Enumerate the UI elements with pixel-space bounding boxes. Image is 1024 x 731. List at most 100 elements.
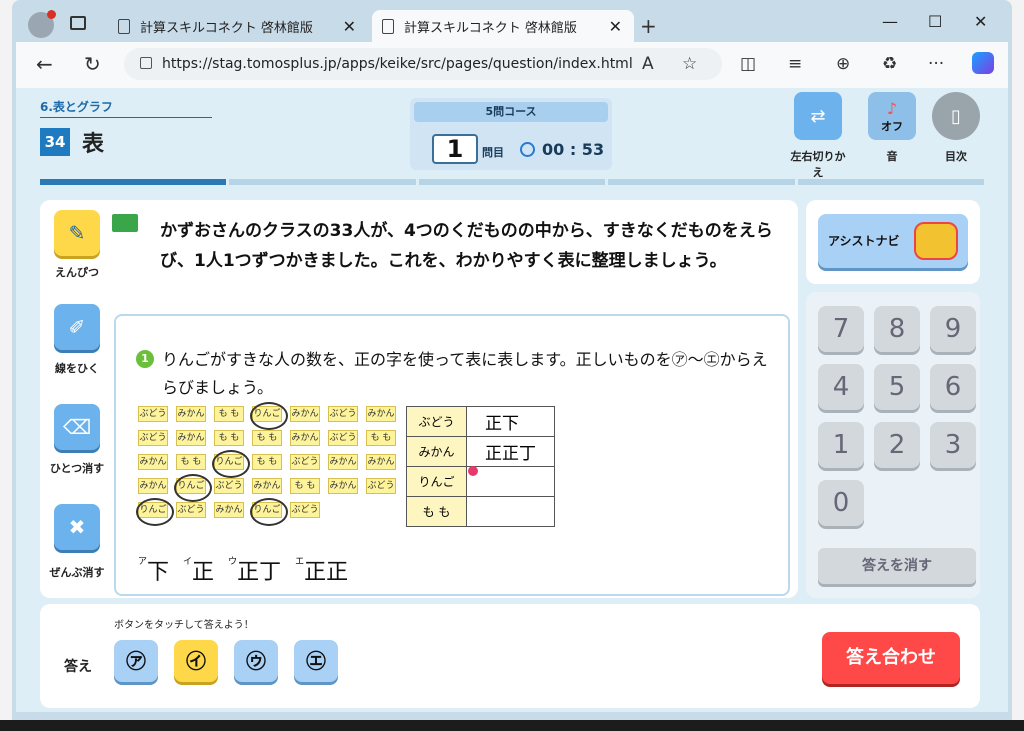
favorites-icon[interactable]: ≡: [788, 54, 802, 74]
marker-dot: [468, 466, 478, 476]
fruit-card: ぶどう: [138, 406, 168, 422]
fruit-card: ぶどう: [290, 454, 320, 470]
tab-strip: 計算スキルコネクト 啓林館版 ✕ 計算スキルコネクト 啓林館版 ✕ + — ☐ …: [16, 6, 1008, 42]
close-tab-icon[interactable]: ✕: [609, 17, 622, 36]
assist-panel: アシストナビ: [806, 200, 980, 284]
more-icon[interactable]: ···: [928, 54, 944, 74]
question-text: かずおさんのクラスの33人が、4つのくだものの中から、すきなくだものをえらび、1…: [160, 221, 773, 271]
question-label: 問目: [482, 146, 504, 159]
favorite-icon[interactable]: ☆: [682, 54, 697, 74]
minimize-button[interactable]: —: [882, 12, 898, 31]
close-window-button[interactable]: ✕: [974, 12, 987, 31]
erase-all-label: ぜんぶ消す: [49, 566, 105, 579]
course-panel: 5問コース 1 問目 00 : 53: [410, 98, 612, 170]
fruit-card: ぶどう: [290, 502, 320, 518]
contents-label: 目次: [945, 150, 967, 163]
assist-navi-button[interactable]: アシストナビ: [818, 214, 968, 268]
key-3[interactable]: 3: [930, 422, 976, 468]
question-flag-icon: [112, 214, 138, 232]
progress-segment: [418, 179, 606, 185]
new-tab-button[interactable]: +: [640, 14, 657, 38]
fruit-card: ぶどう: [328, 406, 358, 422]
line-tool-button[interactable]: ✐: [54, 304, 100, 350]
key-4[interactable]: 4: [818, 364, 864, 410]
fruit-card: みかん: [290, 430, 320, 446]
fruit-card: りんご: [250, 402, 288, 430]
answer-hint: ボタンをタッチして答えよう！: [114, 620, 254, 631]
fruit-card: も も: [366, 430, 396, 446]
erase-one-label: ひとつ消す: [49, 462, 105, 475]
tab-actions-icon[interactable]: [70, 16, 86, 30]
key-5[interactable]: 5: [874, 364, 920, 410]
sub-question-box: 1 りんごがすきな人の数を、正の字を使って表に表します。正しいものを㋐～㋓からえ…: [114, 314, 790, 596]
tab-1[interactable]: 計算スキルコネクト 啓林館版 ✕: [108, 10, 368, 42]
choice-a: ア下: [138, 557, 170, 585]
tally-cell: [466, 466, 555, 497]
progress-segment: [229, 179, 416, 185]
key-7[interactable]: 7: [818, 306, 864, 352]
close-tab-icon[interactable]: ✕: [343, 17, 356, 36]
copilot-icon[interactable]: [972, 52, 994, 74]
sound-state: オフ: [881, 119, 903, 133]
page-icon: [118, 18, 130, 34]
fruit-card: も も: [252, 454, 282, 470]
fruit-card: も も: [290, 478, 320, 494]
answer-option-d[interactable]: ㋓: [294, 640, 338, 682]
question-panel: ✎ えんぴつ ✐ 線をひく ⌫ ひとつ消す ✖ ぜんぶ消す かずおさんのクラスの…: [40, 200, 798, 598]
key-0[interactable]: 0: [818, 480, 864, 526]
check-answer-button[interactable]: 答え合わせ: [822, 632, 960, 684]
contents-button[interactable]: ▯: [932, 92, 980, 140]
clear-answer-button[interactable]: 答えを消す: [818, 548, 976, 584]
key-6[interactable]: 6: [930, 364, 976, 410]
fruit-card: みかん: [290, 406, 320, 422]
answer-option-c[interactable]: ㋒: [234, 640, 278, 682]
fruit-cell: ぶどう: [406, 406, 467, 437]
fruit-card: みかん: [138, 454, 168, 470]
fruit-card: みかん: [176, 406, 206, 422]
address-bar[interactable]: https://stag.tomosplus.jp/apps/keike/src…: [124, 48, 722, 80]
pencil-tool-button[interactable]: ✎: [54, 210, 100, 256]
sound-button[interactable]: ♪ オフ: [868, 92, 916, 140]
back-button[interactable]: ←: [36, 52, 53, 76]
extensions-icon[interactable]: ♻: [882, 54, 897, 74]
answer-option-b[interactable]: ㋑: [174, 640, 218, 682]
lock-icon[interactable]: [140, 57, 152, 69]
profile-avatar[interactable]: [28, 10, 56, 38]
fruit-cell: みかん: [406, 436, 467, 467]
tab-title: 計算スキルコネクト 啓林館版: [140, 20, 313, 36]
erase-one-button[interactable]: ⌫: [54, 404, 100, 450]
reload-button[interactable]: ↻: [84, 52, 101, 76]
tab-title: 計算スキルコネクト 啓林館版: [404, 20, 577, 36]
choice-c: ウ正丁: [228, 557, 282, 585]
sound-icon: ♪: [886, 98, 898, 118]
tab-2-active[interactable]: 計算スキルコネクト 啓林館版 ✕: [372, 10, 634, 42]
pencil-label: えんぴつ: [55, 266, 99, 279]
tally-cell: [466, 496, 555, 527]
choice-b: イ正: [183, 557, 215, 585]
fruit-card: みかん: [252, 478, 282, 494]
sub-question-number: 1: [136, 350, 154, 368]
fruit-card: も も: [214, 406, 244, 422]
key-8[interactable]: 8: [874, 306, 920, 352]
pencil-icon: ✎: [68, 221, 86, 245]
fruit-card: りんご: [136, 498, 174, 526]
maximize-button[interactable]: ☐: [928, 12, 942, 31]
key-9[interactable]: 9: [930, 306, 976, 352]
sub-question-text: りんごがすきな人の数を、正の字を使って表に表します。正しいものを㋐～㋓からえらび…: [162, 350, 768, 397]
key-2[interactable]: 2: [874, 422, 920, 468]
answer-option-a[interactable]: ㋐: [114, 640, 158, 682]
read-aloud-icon[interactable]: A: [642, 54, 654, 74]
key-1[interactable]: 1: [818, 422, 864, 468]
fruit-card: ぶどう: [138, 430, 168, 446]
tally-cell: 正正丁: [466, 436, 555, 467]
cat-mascot-icon: [914, 222, 958, 260]
split-screen-icon[interactable]: ◫: [740, 54, 756, 74]
collections-icon[interactable]: ⊕: [836, 54, 850, 74]
erase-all-button[interactable]: ✖: [54, 504, 100, 550]
lesson-title: 表: [82, 132, 105, 157]
line-label: 線をひく: [55, 362, 99, 375]
course-label: 5問コース: [414, 102, 608, 122]
swap-sides-button[interactable]: ⇄: [794, 92, 842, 140]
fruit-card: みかん: [328, 454, 358, 470]
fruit-cell: りんご: [406, 466, 467, 497]
